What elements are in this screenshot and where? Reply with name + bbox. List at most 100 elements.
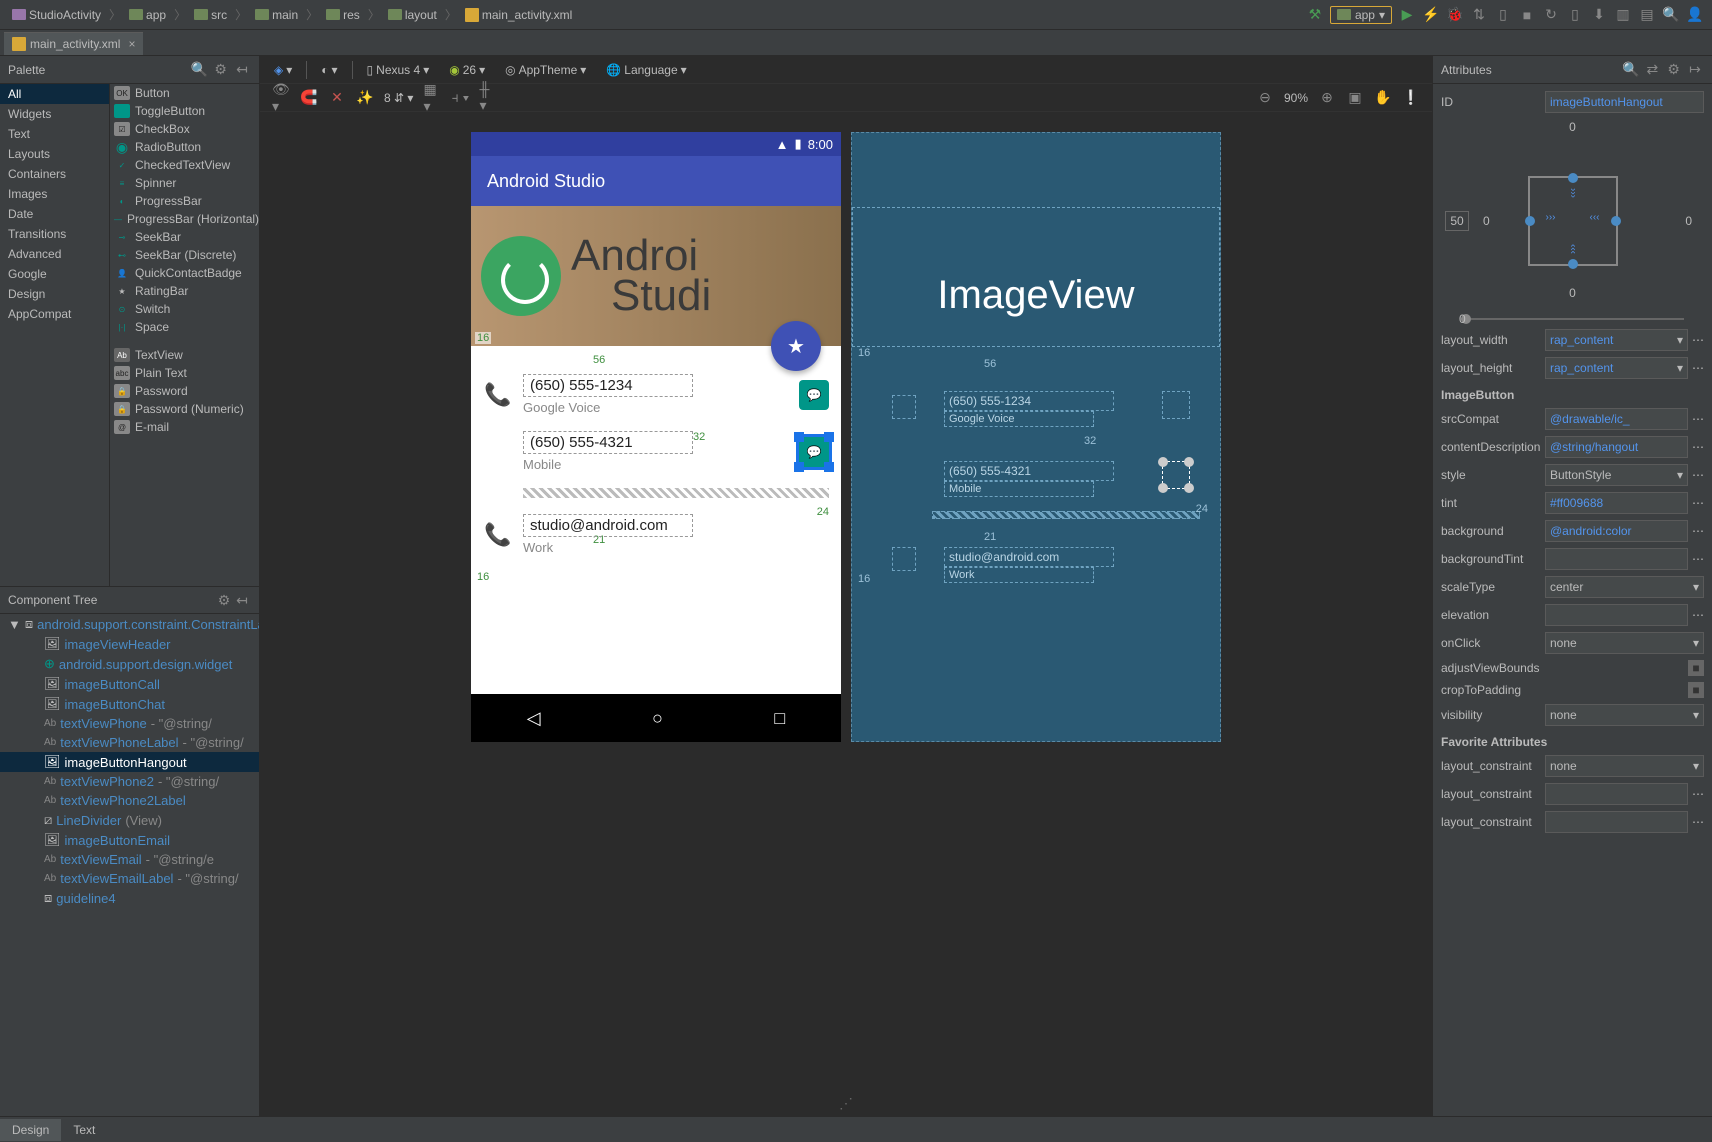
more-icon[interactable]: ⋯ bbox=[1692, 608, 1704, 622]
palette-item[interactable]: —ProgressBar (Horizontal) bbox=[110, 210, 259, 228]
tint-input[interactable] bbox=[1545, 492, 1688, 514]
more-icon[interactable]: ⋯ bbox=[1692, 468, 1704, 482]
palette-item[interactable]: 🔒Password (Numeric) bbox=[110, 400, 259, 418]
more-icon[interactable]: ⋯ bbox=[1692, 524, 1704, 538]
bp-hangout-selected[interactable] bbox=[1162, 461, 1190, 489]
palette-item[interactable]: ☑CheckBox bbox=[110, 120, 259, 138]
palette-category[interactable]: Images bbox=[0, 184, 109, 204]
call-icon[interactable]: 📞 bbox=[483, 520, 513, 550]
zoom-out-icon[interactable]: ⊖ bbox=[1256, 89, 1274, 107]
text-view-email[interactable]: studio@android.com bbox=[523, 514, 693, 537]
apply-changes-icon[interactable]: ⚡ bbox=[1422, 6, 1440, 24]
swap-icon[interactable]: ⇄ bbox=[1643, 61, 1661, 79]
palette-item[interactable]: @E-mail bbox=[110, 418, 259, 436]
more-icon[interactable]: ⋯ bbox=[1692, 361, 1704, 375]
palette-category[interactable]: Text bbox=[0, 124, 109, 144]
layout-constraint-combo[interactable]: none▾ bbox=[1545, 755, 1704, 777]
structure-icon[interactable]: ▤ bbox=[1638, 6, 1656, 24]
tree-row[interactable]: ▼ ⧈ android.support.constraint.Constrain… bbox=[0, 614, 259, 634]
palette-category[interactable]: Advanced bbox=[0, 244, 109, 264]
bias-slider[interactable] bbox=[1461, 318, 1684, 320]
bp-phone2[interactable]: (650) 555-4321 bbox=[944, 461, 1114, 481]
tree-row[interactable]: ⧄ LineDivider (View) bbox=[0, 810, 259, 830]
surface-dropdown[interactable]: ◈ ▾ bbox=[268, 61, 298, 79]
design-canvas[interactable]: ▲ ▮ 8:00 Android Studio AndroiStudi ★ 16… bbox=[260, 112, 1432, 1091]
palette-item[interactable]: AbTextView bbox=[110, 346, 259, 364]
background-input[interactable] bbox=[1545, 520, 1688, 542]
home-icon[interactable]: ○ bbox=[652, 708, 663, 729]
palette-item[interactable]: 🔒Password bbox=[110, 382, 259, 400]
palette-item[interactable]: |·|Space bbox=[110, 318, 259, 336]
search-icon[interactable]: 🔍 bbox=[1662, 6, 1680, 24]
palette-item[interactable]: OKButton bbox=[110, 84, 259, 102]
palette-item[interactable]: ★RatingBar bbox=[110, 282, 259, 300]
palette-category[interactable]: Containers bbox=[0, 164, 109, 184]
palette-item[interactable]: 👤QuickContactBadge bbox=[110, 264, 259, 282]
palette-item[interactable]: ⊸SeekBar bbox=[110, 228, 259, 246]
default-margin[interactable]: 8 ⇵ ▾ bbox=[384, 91, 413, 105]
language-dropdown[interactable]: 🌐 Language ▾ bbox=[600, 61, 692, 79]
bottom-tab-text[interactable]: Text bbox=[61, 1119, 107, 1141]
palette-category[interactable]: Transitions bbox=[0, 224, 109, 244]
design-surface[interactable]: ▲ ▮ 8:00 Android Studio AndroiStudi ★ 16… bbox=[471, 132, 841, 742]
palette-category[interactable]: Google bbox=[0, 264, 109, 284]
run-config-dropdown[interactable]: app▾ bbox=[1330, 6, 1392, 24]
breadcrumb-item[interactable]: main_activity.xml bbox=[461, 6, 576, 24]
collapse-icon[interactable]: ↤ bbox=[233, 591, 251, 609]
palette-item[interactable]: abcPlain Text bbox=[110, 364, 259, 382]
orientation-dropdown[interactable]: ◐ ▾ bbox=[315, 61, 343, 79]
warning-icon[interactable]: ❕ bbox=[1402, 89, 1420, 107]
palette-category[interactable]: All bbox=[0, 84, 109, 104]
gear-icon[interactable]: ⚙ bbox=[215, 591, 233, 609]
chat-icon[interactable]: 💬 bbox=[799, 380, 829, 410]
onclick-combo[interactable]: none▾ bbox=[1545, 632, 1704, 654]
image-view-header[interactable]: AndroiStudi ★ 16 bbox=[471, 206, 841, 346]
tree-row[interactable]: Ab textViewPhone - "@string/ bbox=[0, 714, 259, 733]
attr-id-input[interactable] bbox=[1545, 91, 1704, 113]
palette-item[interactable]: ToggleButton bbox=[110, 102, 259, 120]
scale-type-combo[interactable]: center▾ bbox=[1545, 576, 1704, 598]
stop-icon[interactable]: ■ bbox=[1518, 6, 1536, 24]
more-icon[interactable]: ⋯ bbox=[1692, 333, 1704, 347]
attach-icon[interactable]: ▯ bbox=[1494, 6, 1512, 24]
collapse-icon[interactable]: ↤ bbox=[233, 61, 251, 79]
style-combo[interactable]: ButtonStyle▾ bbox=[1545, 464, 1688, 486]
sdk-icon[interactable]: ⬇ bbox=[1590, 6, 1608, 24]
checkbox-indeterminate[interactable]: ■ bbox=[1688, 660, 1704, 676]
line-divider[interactable] bbox=[523, 488, 829, 498]
checkbox-indeterminate[interactable]: ■ bbox=[1688, 682, 1704, 698]
run-icon[interactable]: ▶ bbox=[1398, 6, 1416, 24]
avd-icon[interactable]: ▯ bbox=[1566, 6, 1584, 24]
debug-icon[interactable]: 🐞 bbox=[1446, 6, 1464, 24]
more-icon[interactable]: ⋯ bbox=[1692, 440, 1704, 454]
layout-width-combo[interactable]: rap_content▾ bbox=[1545, 329, 1688, 351]
clear-constraints-icon[interactable]: ✕ bbox=[328, 89, 346, 107]
close-icon[interactable]: × bbox=[128, 37, 135, 51]
pack-icon[interactable]: ▦ ▾ bbox=[423, 89, 441, 107]
search-icon[interactable]: 🔍 bbox=[1622, 61, 1640, 79]
text-view-phone[interactable]: (650) 555-1234 bbox=[523, 374, 693, 397]
more-icon[interactable]: ⋯ bbox=[1692, 815, 1704, 829]
tree-row[interactable]: Ab textViewPhone2 - "@string/ bbox=[0, 772, 259, 791]
palette-category[interactable]: Widgets bbox=[0, 104, 109, 124]
guideline-add-icon[interactable]: ╫ ▾ bbox=[479, 89, 497, 107]
tree-row[interactable]: Ab textViewEmail - "@string/e bbox=[0, 850, 259, 869]
back-icon[interactable]: ◁ bbox=[527, 708, 541, 729]
tree-row[interactable]: Ab textViewPhone2Label bbox=[0, 791, 259, 810]
palette-item[interactable]: ⊙Switch bbox=[110, 300, 259, 318]
palette-category[interactable]: Layouts bbox=[0, 144, 109, 164]
image-button-hangout[interactable]: 💬 bbox=[799, 437, 829, 467]
tree-row[interactable]: 🖼 imageViewHeader bbox=[0, 634, 259, 654]
resize-grip[interactable]: ⋰ bbox=[260, 1091, 1432, 1116]
layout-inspector-icon[interactable]: ▥ bbox=[1614, 6, 1632, 24]
tree-row[interactable]: 🖼 imageButtonChat bbox=[0, 694, 259, 714]
blueprint-surface[interactable]: ImageView (650) 555-1234 Google Voice (6… bbox=[851, 132, 1221, 742]
constraint-margin-left[interactable]: 50 bbox=[1445, 211, 1469, 231]
tree-row[interactable]: Ab textViewEmailLabel - "@string/ bbox=[0, 869, 259, 888]
profiler-icon[interactable]: ⇅ bbox=[1470, 6, 1488, 24]
breadcrumb-item[interactable]: app bbox=[125, 6, 170, 24]
call-icon[interactable]: 📞 bbox=[483, 380, 513, 410]
device-dropdown[interactable]: ▯ Nexus 4 ▾ bbox=[361, 61, 436, 79]
palette-item[interactable]: ⊷SeekBar (Discrete) bbox=[110, 246, 259, 264]
hammer-icon[interactable]: ⚒ bbox=[1306, 6, 1324, 24]
